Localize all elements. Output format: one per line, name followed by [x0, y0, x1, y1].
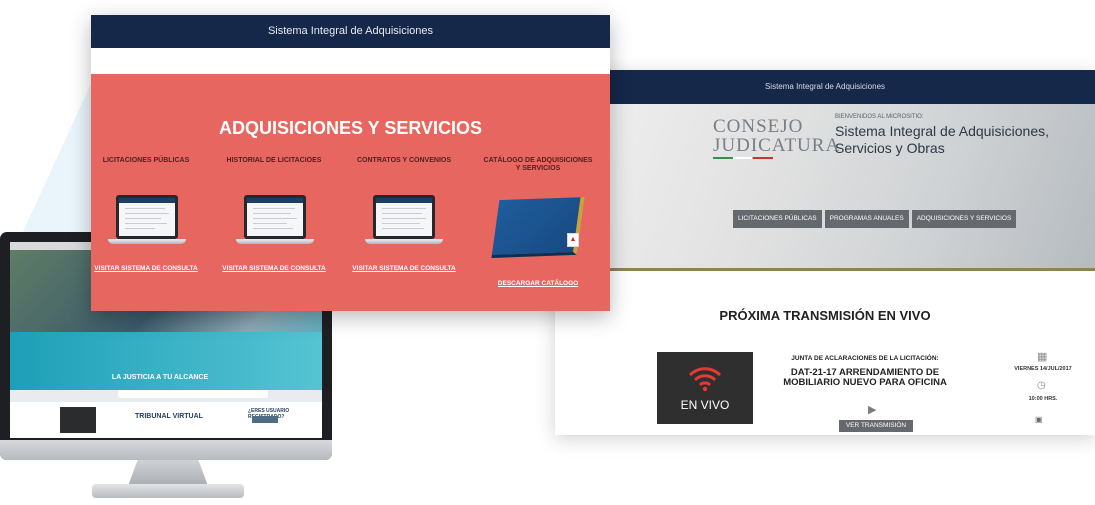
visit-licitaciones-link[interactable]: VISITAR SISTEMA DE CONSULTA	[91, 265, 201, 272]
watch-transmission-button[interactable]: VER TRANSMISIÓN	[839, 420, 913, 432]
event-title: DAT-21-17 ARRENDAMIENTO DE MOBILIARIO NU…	[783, 367, 947, 388]
visit-historial-link[interactable]: VISITAR SISTEMA DE CONSULTA	[219, 265, 329, 272]
laptop-preview-contratos[interactable]	[365, 195, 443, 253]
front-header: Sistema Integral de Adquisiciones	[91, 15, 610, 48]
gold-divider	[555, 268, 1095, 271]
tab-adquisiciones-servicios[interactable]: ADQUISICIONES Y SERVICIOS	[911, 210, 1017, 228]
monitor-chin	[0, 440, 332, 460]
monitor-hero-band	[10, 332, 322, 390]
monitor-search-input[interactable]	[118, 390, 268, 398]
tab-licitaciones-publicas[interactable]: LICITACIONES PÚBLICAS	[733, 210, 822, 228]
catalog-book-image[interactable]: ▲	[489, 195, 587, 263]
event-time: 10:00 HRS.	[1028, 396, 1058, 402]
clock-icon: ◷	[1037, 380, 1046, 391]
right-header: Sistema Integral de Adquisiciones	[555, 70, 1095, 104]
tab-programas-anuales[interactable]: PROGRAMAS ANUALES	[824, 210, 909, 228]
column-label-catalogo: CATÁLOGO DE ADQUISICIONES Y SERVICIOS	[483, 157, 593, 172]
live-broadcast-icon	[688, 367, 722, 392]
event-date: VIERNES 14/JUL/2017	[1014, 366, 1072, 372]
download-catalog-link[interactable]: DESCARGAR CATÁLOGO	[483, 280, 593, 287]
front-browser-window: Sistema Integral de Adquisiciones ADQUIS…	[91, 15, 610, 311]
laptop-preview-historial[interactable]	[236, 195, 314, 253]
right-browser-window: Sistema Integral de Adquisiciones CONSEJ…	[555, 70, 1095, 435]
column-label-contratos: CONTRATOS Y CONVENIOS	[357, 157, 451, 164]
monitor-stand-neck	[128, 460, 208, 486]
monitor-login-button[interactable]	[252, 416, 278, 423]
laptop-preview-licitaciones[interactable]	[108, 195, 186, 253]
site-title: Sistema Integral de Adquisiciones, Servi…	[835, 123, 1050, 156]
right-nav: LICITACIONES PÚBLICAS PROGRAMAS ANUALES …	[733, 210, 1017, 228]
welcome-text: BIENVENIDOS AL MICROSITIO:	[835, 114, 924, 120]
live-video-thumbnail[interactable]: EN VIVO	[657, 352, 753, 424]
live-section-title: PRÓXIMA TRANSMISIÓN EN VIVO	[719, 308, 931, 323]
monitor-section-title: TRIBUNAL VIRTUAL	[135, 413, 203, 420]
live-thumb-label: EN VIVO	[680, 398, 730, 412]
front-white-band	[91, 48, 610, 74]
pdf-icon: ▲	[567, 233, 579, 247]
judicatura-logo: CONSEJO JUDICATURA	[713, 117, 839, 159]
junta-label: JUNTA DE ACLARACIONES DE LA LICITACIÓN:	[791, 355, 939, 362]
youtube-icon[interactable]: ▣	[1035, 415, 1043, 424]
monitor-video-thumbnail[interactable]	[60, 407, 96, 433]
column-label-licitaciones: LICITACIONES PÚBLICAS	[102, 157, 190, 164]
front-main-title: ADQUISICIONES Y SERVICIOS	[218, 118, 483, 138]
calendar-icon: ▦	[1037, 351, 1048, 363]
monitor-hero-text: LA JUSTICIA A TU ALCANCE	[111, 374, 209, 381]
play-icon[interactable]: ▶	[868, 403, 876, 416]
visit-contratos-link[interactable]: VISITAR SISTEMA DE CONSULTA	[349, 265, 459, 272]
catalog-cover	[491, 197, 585, 258]
monitor-stand-base	[92, 484, 244, 498]
column-label-historial: HISTORIAL DE LICITACIOES	[226, 157, 322, 164]
